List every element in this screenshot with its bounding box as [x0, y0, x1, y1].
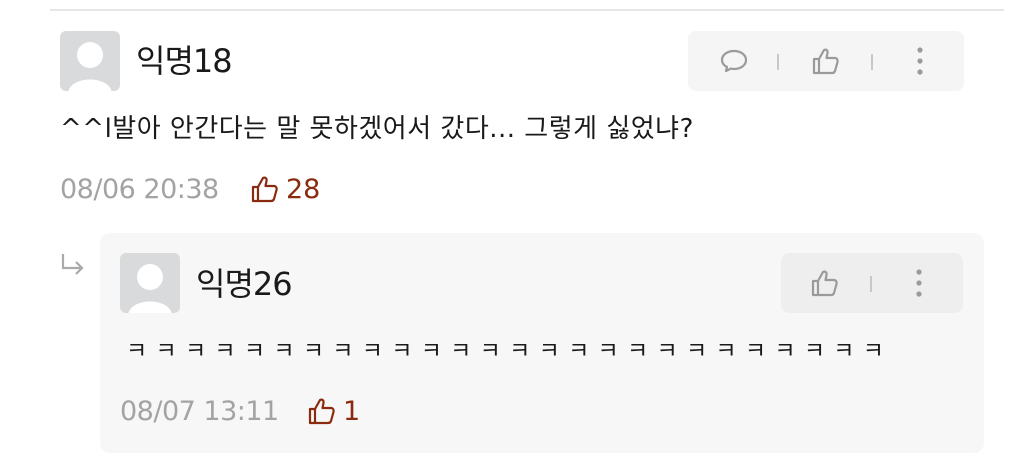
- reply-action-bar: [781, 253, 963, 313]
- separator: [777, 54, 779, 70]
- author-name[interactable]: 익명18: [136, 45, 233, 77]
- like-count: 28: [286, 173, 321, 205]
- comment-timestamp: 08/06 20:38: [60, 174, 219, 205]
- comment-text: ^^l발아 안간다는 말 못하겠어서 갔다... 그렇게 싫었냐?: [60, 114, 694, 144]
- reply-container: 익명26 ㅋ ㅋ ㅋ ㅋ ㅋ ㅋ ㅋ ㅋ ㅋ ㅋ ㅋ ㅋ ㅋ ㅋ ㅋ ㅋ ㅋ ㅋ…: [100, 233, 984, 453]
- avatar[interactable]: [120, 253, 180, 313]
- like-button[interactable]: [800, 31, 852, 91]
- like-count: 1: [343, 395, 361, 427]
- comment-icon: [720, 49, 748, 73]
- thumbs-up-icon: [812, 48, 839, 75]
- reply-timestamp: 08/07 13:11: [120, 396, 279, 427]
- comment-action-bar: [688, 31, 964, 91]
- default-avatar-icon: [68, 42, 112, 91]
- author-name[interactable]: 익명26: [196, 268, 293, 300]
- reply-arrow-icon: [60, 252, 88, 282]
- separator: [870, 276, 872, 292]
- top-divider: [50, 9, 1004, 11]
- avatar[interactable]: [60, 31, 120, 91]
- like-count-group: 28: [250, 174, 320, 204]
- thumbs-up-icon: [251, 176, 278, 203]
- thumbs-up-icon: [308, 398, 335, 425]
- more-vertical-icon: [917, 47, 923, 75]
- default-avatar-icon: [128, 264, 172, 313]
- reply-comment-button[interactable]: [708, 31, 760, 91]
- like-button[interactable]: [799, 253, 851, 313]
- more-options-button[interactable]: [894, 31, 946, 91]
- more-vertical-icon: [916, 269, 922, 297]
- thumbs-up-icon: [811, 270, 838, 297]
- separator: [871, 54, 873, 70]
- reply-text: ㅋ ㅋ ㅋ ㅋ ㅋ ㅋ ㅋ ㅋ ㅋ ㅋ ㅋ ㅋ ㅋ ㅋ ㅋ ㅋ ㅋ ㅋ ㅋ ㅋ …: [126, 338, 884, 364]
- like-count-group: 1: [307, 396, 360, 426]
- more-options-button[interactable]: [893, 253, 945, 313]
